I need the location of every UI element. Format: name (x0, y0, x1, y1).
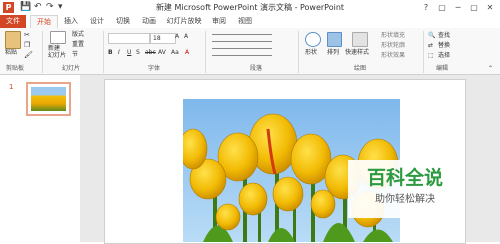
shape-effects-button[interactable]: 形状效果 (381, 52, 405, 60)
copy-icon[interactable]: ❐ (24, 41, 30, 49)
italic-button[interactable]: I (118, 49, 120, 57)
replace-button[interactable]: 替换 (438, 42, 450, 50)
arrange-icon[interactable] (327, 32, 342, 47)
shadow-button[interactable]: S (136, 49, 140, 57)
tab-insert[interactable]: 插入 (60, 15, 82, 28)
undo-icon[interactable]: ↶ (34, 1, 42, 14)
maximize-button[interactable]: ▢ (466, 0, 482, 15)
powerpoint-app-icon[interactable]: P (3, 2, 14, 13)
format-painter-icon[interactable]: 🖌 (24, 51, 33, 59)
find-icon[interactable]: 🔍 (428, 32, 435, 40)
slide-number: 1 (9, 83, 14, 91)
bold-button[interactable]: B (108, 49, 113, 57)
collapse-ribbon-icon[interactable]: ⌃ (488, 65, 493, 73)
watermark-title: 百科全说 (366, 167, 443, 189)
list-buttons[interactable] (212, 34, 272, 42)
tab-home[interactable]: 开始 (30, 15, 58, 29)
tab-slideshow[interactable]: 幻灯片放映 (164, 15, 204, 28)
clipboard-group-label: 剪贴板 (6, 65, 25, 72)
slides-group-label: 幻灯片 (62, 65, 81, 72)
paragraph-group-label: 段落 (250, 65, 263, 72)
layout-button[interactable]: 版式 (72, 31, 84, 39)
alignment-buttons[interactable] (212, 48, 272, 56)
paste-button[interactable]: 粘贴 (5, 49, 17, 57)
shapes-icon[interactable] (305, 32, 321, 47)
quick-styles-icon[interactable] (352, 32, 368, 47)
save-icon[interactable]: 💾 (20, 1, 31, 14)
window-title: 新建 Microsoft PowerPoint 演示文稿 - PowerPoin… (155, 3, 345, 12)
slide-thumbnail[interactable] (26, 82, 71, 116)
customize-qat-icon[interactable]: ▾ (58, 1, 63, 14)
watermark-subtitle: 助你轻松解决 (375, 194, 435, 205)
ribbon-tabs: 文件 开始 插入 设计 切换 动画 幻灯片放映 审阅 视图 (0, 15, 500, 29)
separator (423, 31, 424, 73)
minimize-button[interactable]: ─ (450, 0, 466, 15)
char-spacing-button[interactable]: AV (158, 49, 166, 57)
font-name-dropdown[interactable] (108, 33, 150, 44)
shape-outline-button[interactable]: 形状轮廓 (381, 42, 405, 50)
tab-review[interactable]: 审阅 (208, 15, 230, 28)
tab-animations[interactable]: 动画 (138, 15, 160, 28)
help-button[interactable]: ? (418, 0, 434, 15)
separator (298, 31, 299, 73)
drawing-group-label: 绘图 (354, 65, 367, 72)
cut-icon[interactable]: ✂ (24, 31, 30, 39)
editing-group-label: 编辑 (436, 65, 449, 72)
new-slide-icon[interactable] (50, 31, 66, 44)
tab-design[interactable]: 设计 (86, 15, 108, 28)
watermark: 百科全说 助你轻松解决 (348, 160, 462, 218)
tab-view[interactable]: 视图 (234, 15, 256, 28)
select-button[interactable]: 选择 (438, 52, 450, 60)
new-slide-button[interactable]: 新建 幻灯片 (48, 45, 70, 59)
separator (103, 31, 104, 73)
title-bar: P 💾 ↶ ↷ ▾ 新建 Microsoft PowerPoint 演示文稿 -… (0, 0, 500, 15)
shape-fill-button[interactable]: 形状填充 (381, 32, 405, 40)
separator (205, 31, 206, 73)
strikethrough-button[interactable]: abc (145, 49, 156, 57)
close-button[interactable]: ✕ (482, 0, 498, 15)
tab-file[interactable]: 文件 (0, 15, 26, 28)
select-icon[interactable]: ⬚ (428, 52, 434, 60)
find-button[interactable]: 查找 (438, 32, 450, 40)
font-size-dropdown[interactable]: 18 (150, 33, 176, 44)
separator (42, 31, 43, 73)
redo-icon[interactable]: ↷ (46, 1, 54, 14)
shapes-button[interactable]: 形状 (305, 49, 317, 57)
thumbnail-image (31, 87, 66, 111)
reset-button[interactable]: 重置 (72, 41, 84, 49)
paste-icon[interactable] (5, 31, 21, 49)
change-case-button[interactable]: Aa (171, 49, 179, 57)
section-button[interactable]: 节 (72, 51, 78, 59)
ribbon-display-button[interactable]: ▢ (434, 0, 450, 15)
replace-icon[interactable]: ⇄ (428, 42, 433, 50)
arrange-button[interactable]: 排列 (327, 49, 339, 57)
grow-font-icon[interactable]: A (175, 33, 179, 41)
underline-button[interactable]: U (127, 49, 131, 57)
font-group-label: 字体 (148, 65, 161, 72)
tab-transitions[interactable]: 切换 (112, 15, 134, 28)
shrink-font-icon[interactable]: A (184, 33, 188, 41)
font-color-button[interactable]: A (185, 49, 189, 57)
ribbon: 粘贴 ✂ ❐ 🖌 剪贴板 新建 幻灯片 版式 重置 节 幻灯片 18 A A B… (0, 28, 500, 75)
quick-styles-button[interactable]: 快速样式 (345, 49, 369, 57)
